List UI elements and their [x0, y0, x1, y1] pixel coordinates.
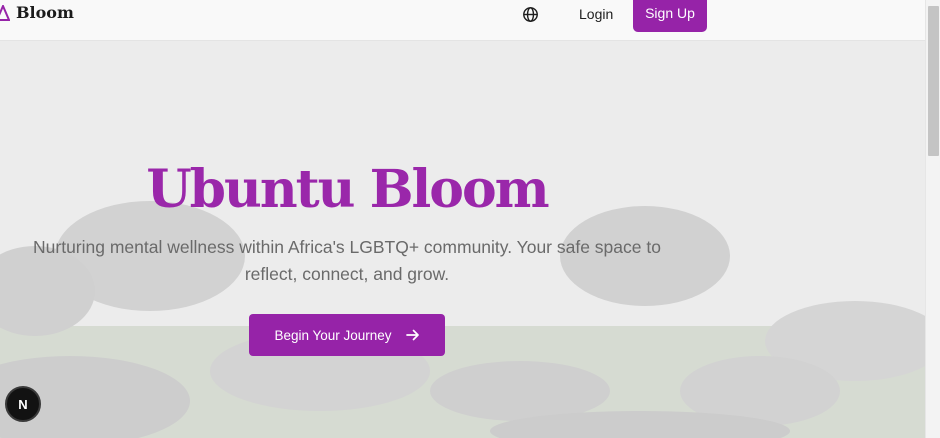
signup-button[interactable]: Sign Up [633, 0, 707, 32]
scrollbar-thumb[interactable] [928, 6, 939, 156]
nextjs-badge-letter: N [18, 396, 28, 412]
begin-journey-button[interactable]: Begin Your Journey [249, 314, 445, 356]
hero-section: Ubuntu Bloom Nurturing mental wellness w… [0, 41, 925, 438]
triangle-logo-icon [0, 4, 10, 21]
globe-icon[interactable] [522, 6, 539, 23]
begin-journey-label: Begin Your Journey [274, 327, 392, 343]
top-navbar: Bloom Login Sign Up [0, 0, 925, 41]
login-link[interactable]: Login [579, 6, 613, 22]
brand-name: Bloom [16, 3, 74, 22]
hero-title: Ubuntu Bloom [146, 159, 549, 220]
brand-link[interactable]: Bloom [0, 3, 74, 22]
nextjs-dev-indicator[interactable]: N [5, 386, 41, 422]
vertical-scrollbar[interactable] [925, 0, 940, 438]
arrow-right-icon [405, 329, 419, 341]
hero-subtitle: Nurturing mental wellness within Africa'… [33, 237, 661, 284]
